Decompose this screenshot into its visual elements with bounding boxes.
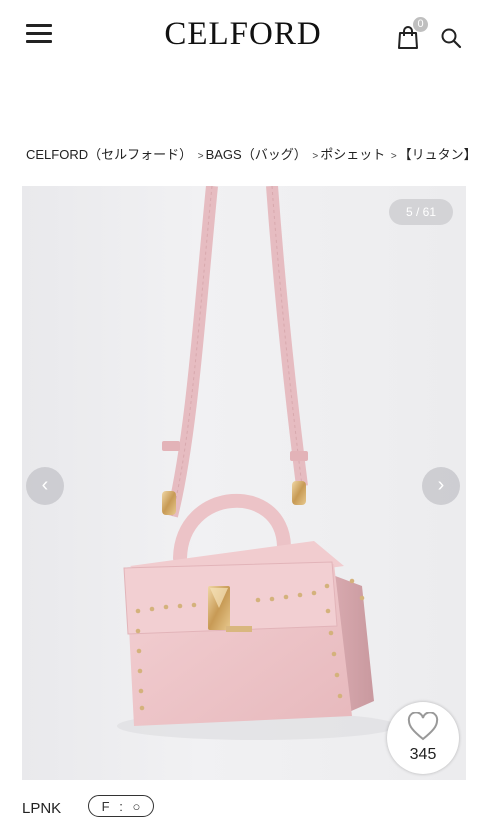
breadcrumb-separator: > — [312, 151, 319, 162]
color-code-label: LPNK — [22, 800, 62, 817]
like-count: 345 — [409, 746, 437, 763]
image-counter: 5 / 61 — [389, 199, 453, 225]
breadcrumb-item-current: 【リュタン】 — [398, 147, 477, 162]
breadcrumb: CELFORD（セルフォード） > BAGS（バッグ） > ポシェット > 【リュタン… — [26, 144, 477, 163]
chevron-right-icon[interactable]: › — [422, 467, 460, 505]
chevron-left-icon[interactable]: ‹ — [26, 467, 64, 505]
cart-count-badge: 0 — [413, 17, 428, 32]
breadcrumb-item-bags[interactable]: BAGS（バッグ） — [206, 147, 307, 162]
product-image-gallery[interactable] — [22, 186, 466, 780]
breadcrumb-item-brand[interactable]: CELFORD（セルフォード） — [26, 147, 192, 162]
header: CELFORD 0 — [0, 0, 486, 72]
heart-icon — [407, 712, 439, 741]
size-fit-badge: F : ○ — [88, 795, 154, 817]
breadcrumb-item-pochette[interactable]: ポシェット — [320, 147, 385, 162]
product-photo-pink-handbag — [117, 186, 397, 740]
breadcrumb-separator: > — [390, 151, 397, 162]
breadcrumb-separator: > — [197, 151, 204, 162]
favorite-button[interactable]: 345 — [387, 702, 459, 774]
search-icon[interactable] — [440, 27, 462, 49]
